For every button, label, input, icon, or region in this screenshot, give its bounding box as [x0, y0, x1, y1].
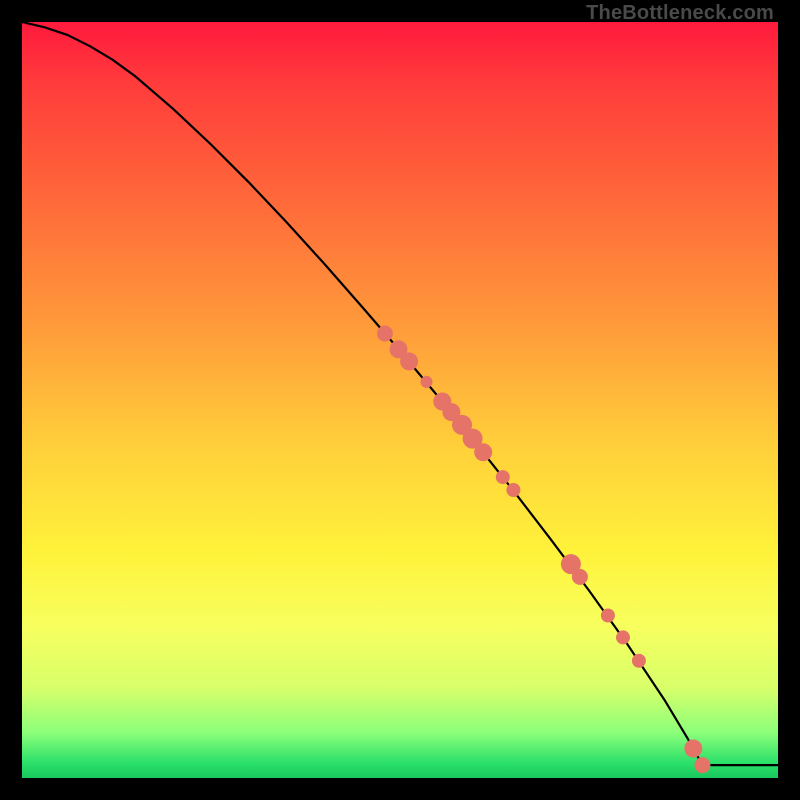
data-point — [377, 326, 393, 342]
data-point — [400, 352, 418, 370]
data-point — [572, 569, 588, 585]
data-point — [496, 470, 510, 484]
data-point — [601, 609, 615, 623]
data-point — [632, 654, 646, 668]
data-point — [474, 443, 492, 461]
chart-frame: TheBottleneck.com — [0, 0, 800, 800]
data-point — [506, 483, 520, 497]
chart-svg — [22, 22, 778, 778]
curve-line — [22, 22, 778, 765]
data-point — [616, 630, 630, 644]
data-point — [684, 740, 702, 758]
data-point — [421, 376, 433, 388]
attribution-label: TheBottleneck.com — [586, 2, 774, 25]
data-point — [694, 757, 710, 773]
plot-area — [22, 22, 778, 778]
data-points — [377, 326, 711, 774]
